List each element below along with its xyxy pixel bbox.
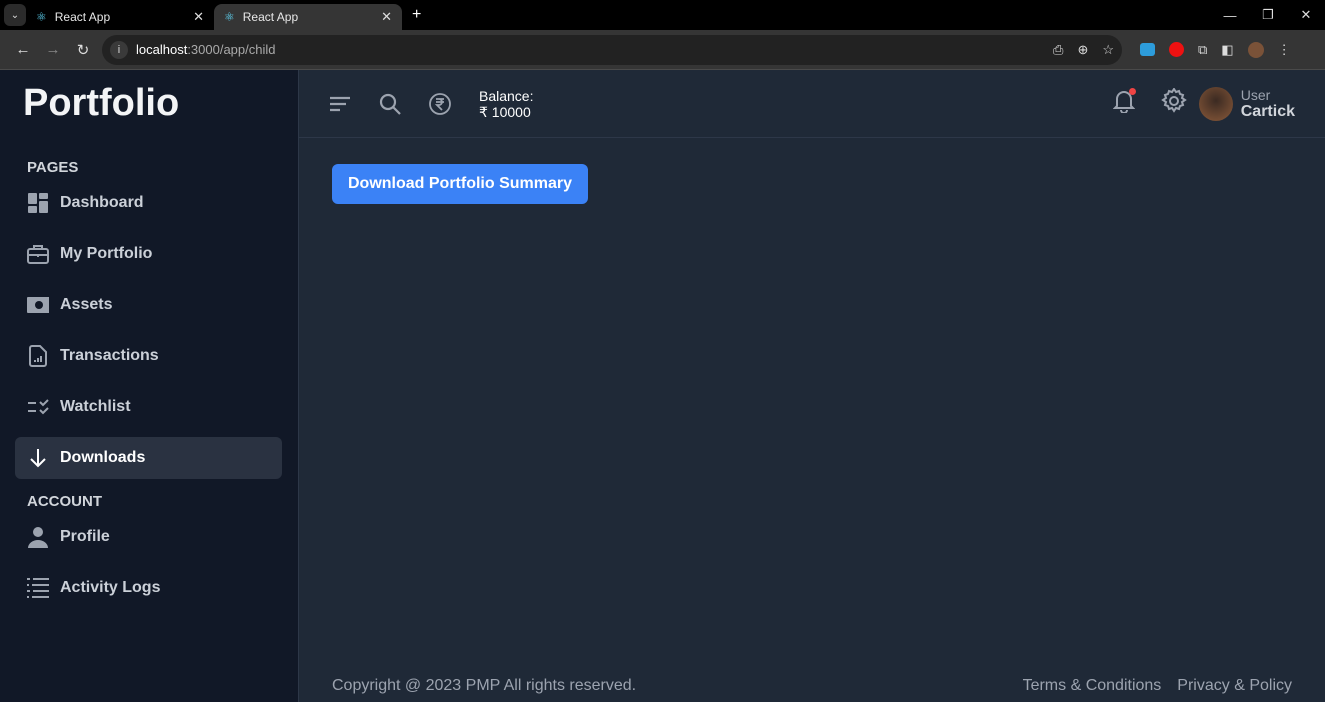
copyright: Copyright @ 2023 PMP All rights reserved…	[332, 677, 637, 694]
new-tab-button[interactable]: +	[412, 6, 421, 24]
extensions-icon[interactable]: ⧉	[1198, 42, 1207, 58]
footer: Copyright @ 2023 PMP All rights reserved…	[299, 670, 1325, 702]
sidebar-item-dashboard[interactable]: Dashboard	[15, 182, 282, 224]
back-icon[interactable]: ←	[8, 41, 38, 58]
info-icon[interactable]: i	[110, 40, 128, 59]
url-input[interactable]: i localhost:3000/app/child ⎙ ⊕ ☆	[102, 34, 1122, 65]
reload-icon[interactable]: ↻	[68, 41, 98, 59]
sidebar-item-downloads[interactable]: Downloads	[15, 437, 282, 479]
browser-tab[interactable]: ⚛ React App ✕	[26, 4, 214, 30]
settings-gear-icon[interactable]	[1160, 87, 1187, 119]
avatar[interactable]	[1198, 86, 1233, 121]
minimize-icon[interactable]: —	[1211, 8, 1249, 23]
browser-tab-bar: ⌄ ⚛ React App ✕ ⚛ React App ✕ + — ❐ ✕	[0, 0, 1325, 30]
checklist-icon	[27, 396, 49, 418]
user-icon	[27, 526, 49, 548]
logo: Portfolio	[23, 82, 180, 124]
section-title-account: ACCOUNT	[27, 493, 102, 510]
notification-bell-icon[interactable]	[1112, 88, 1136, 118]
user-info[interactable]: User Cartick	[1241, 87, 1295, 121]
sidebar-item-activity-logs[interactable]: Activity Logs	[15, 567, 282, 609]
cash-icon	[27, 294, 49, 316]
hamburger-menu-icon[interactable]	[329, 93, 351, 115]
forward-icon[interactable]: →	[38, 41, 68, 58]
react-icon: ⚛	[36, 10, 47, 24]
sidebar-item-profile[interactable]: Profile	[15, 516, 282, 558]
briefcase-icon	[27, 243, 49, 265]
password-extension-icon[interactable]	[1140, 43, 1155, 56]
restore-icon[interactable]: ❐	[1249, 7, 1287, 23]
list-icon	[27, 577, 49, 599]
menu-icon[interactable]: ⋮	[1278, 42, 1291, 58]
tab-search-button[interactable]: ⌄	[4, 4, 26, 26]
sidebar-item-watchlist[interactable]: Watchlist	[15, 386, 282, 428]
install-icon[interactable]: ⎙	[1053, 42, 1063, 58]
browser-tab-active[interactable]: ⚛ React App ✕	[214, 4, 402, 30]
side-panel-icon[interactable]: ◧	[1221, 42, 1233, 58]
terms-link[interactable]: Terms & Conditions	[1023, 677, 1162, 695]
close-tab-icon[interactable]: ✕	[193, 9, 204, 25]
react-icon: ⚛	[224, 10, 235, 24]
section-title-pages: PAGES	[27, 159, 79, 176]
sidebar-item-transactions[interactable]: Transactions	[15, 335, 282, 377]
close-window-icon[interactable]: ✕	[1287, 7, 1325, 23]
close-tab-icon[interactable]: ✕	[381, 9, 392, 25]
address-bar-row: ← → ↻ i localhost:3000/app/child ⎙ ⊕ ☆ ⧉ ◧…	[0, 30, 1325, 70]
sidebar-item-assets[interactable]: Assets	[15, 284, 282, 326]
report-file-icon	[27, 345, 49, 367]
privacy-link[interactable]: Privacy & Policy	[1177, 677, 1292, 695]
sidebar-item-my-portfolio[interactable]: My Portfolio	[15, 233, 282, 275]
dashboard-icon	[27, 192, 49, 214]
rupee-icon	[429, 92, 451, 115]
zoom-icon[interactable]: ⊕	[1077, 42, 1088, 58]
top-bar: Balance: ₹ 10000 User Cartick	[299, 70, 1325, 138]
arrow-down-icon	[27, 447, 49, 469]
adblock-extension-icon[interactable]	[1169, 42, 1184, 57]
balance: Balance: ₹ 10000	[479, 87, 534, 120]
star-icon[interactable]: ☆	[1102, 42, 1114, 58]
download-portfolio-summary-button[interactable]: Download Portfolio Summary	[332, 164, 589, 204]
search-icon[interactable]	[379, 93, 401, 115]
sidebar: Portfolio PAGES Dashboard My Portfolio A…	[0, 70, 299, 702]
profile-avatar-icon[interactable]	[1247, 41, 1264, 58]
notification-dot	[1128, 88, 1136, 95]
